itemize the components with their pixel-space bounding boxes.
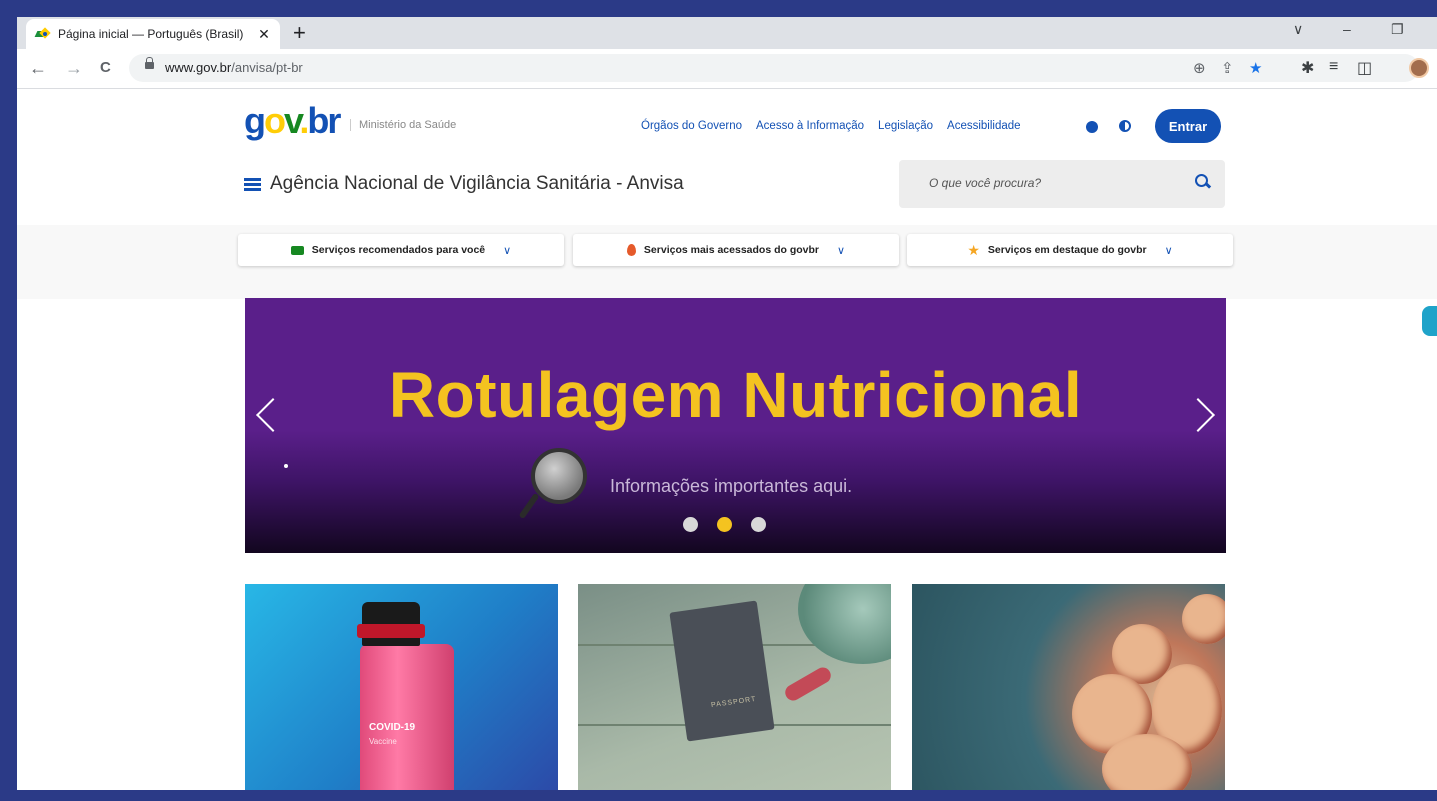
flame-icon xyxy=(626,244,636,256)
carousel-dot-3[interactable] xyxy=(751,517,766,532)
address-bar[interactable]: www.gov.br/anvisa/pt-br ⊕ ⇪ ★ xyxy=(129,54,1419,82)
zoom-icon[interactable]: ⊕ xyxy=(1193,59,1206,77)
passport-image xyxy=(669,600,775,742)
star-icon: ★ xyxy=(967,241,980,258)
link-legislacao[interactable]: Legislação xyxy=(878,120,933,132)
restore-button[interactable]: ❐ xyxy=(1391,21,1404,38)
reading-list-icon[interactable]: ≡ xyxy=(1329,58,1338,76)
services-most-accessed-dropdown[interactable]: Serviços mais acessados do govbr ∨ xyxy=(573,234,899,266)
toy-plane-image xyxy=(782,664,834,704)
hat-image xyxy=(798,584,891,664)
link-orgaos-governo[interactable]: Órgãos do Governo xyxy=(641,120,742,132)
magnifier-illustration xyxy=(531,448,587,504)
cookie-icon[interactable] xyxy=(1086,121,1098,133)
thumbs-up-icon xyxy=(290,245,304,255)
browser-toolbar: ← → C www.gov.br/anvisa/pt-br ⊕ ⇪ ★ ✱ ≡ … xyxy=(17,49,1437,89)
menu-hamburger-icon[interactable] xyxy=(244,178,261,191)
reload-button[interactable]: C xyxy=(100,58,111,78)
services-featured-dropdown[interactable]: ★ Serviços em destaque do govbr ∨ xyxy=(907,234,1233,266)
services-recommended-dropdown[interactable]: Serviços recomendados para você ∨ xyxy=(238,234,564,266)
services-bar: Serviços recomendados para você ∨ Serviç… xyxy=(17,225,1437,299)
link-acesso-informacao[interactable]: Acesso à Informação xyxy=(756,120,864,132)
hero-subtitle: Informações importantes aqui. xyxy=(610,476,853,496)
minimize-button[interactable]: – xyxy=(1343,21,1351,37)
url-text[interactable]: www.gov.br/anvisa/pt-br xyxy=(165,60,303,75)
virus-particle xyxy=(1182,594,1225,644)
search-input[interactable]: O que você procura? xyxy=(899,160,1225,208)
contrast-icon[interactable] xyxy=(1119,120,1131,132)
search-icon[interactable] xyxy=(1195,174,1212,189)
vial-sublabel: Vaccine xyxy=(369,737,397,746)
vial-seal xyxy=(357,624,425,638)
accessibility-widget[interactable] xyxy=(1422,306,1437,336)
lock-icon[interactable] xyxy=(145,57,154,69)
carousel-dot-2[interactable] xyxy=(717,517,732,532)
news-card-passport[interactable]: PASSPORT xyxy=(578,584,891,790)
vaccine-vial-image xyxy=(360,644,454,790)
page-content: gov.br Ministério da Saúde Órgãos do Gov… xyxy=(17,89,1437,790)
tab-search-icon[interactable]: ∨ xyxy=(1293,21,1303,38)
search-placeholder: O que você procura? xyxy=(929,176,1042,190)
top-links: Órgãos do Governo Acesso à Informação Le… xyxy=(641,120,1021,132)
site-title[interactable]: Agência Nacional de Vigilância Sanitária… xyxy=(270,173,684,195)
bookmark-star-icon[interactable]: ★ xyxy=(1249,59,1262,77)
news-card-vaccine[interactable]: COVID-19 Vaccine xyxy=(245,584,558,790)
govbr-favicon-icon xyxy=(34,27,51,41)
tab-title: Página inicial — Português (Brasil) xyxy=(58,27,244,41)
decorative-dot xyxy=(284,464,288,468)
chevron-down-icon: ∨ xyxy=(837,244,846,257)
vial-label: COVID-19 xyxy=(369,722,416,733)
new-tab-button[interactable]: + xyxy=(293,20,306,46)
extensions-icon[interactable]: ✱ xyxy=(1301,58,1314,78)
profile-avatar[interactable] xyxy=(1409,58,1429,78)
browser-window: Página inicial — Português (Brasil) ✕ + … xyxy=(17,17,1437,790)
carousel-dot-1[interactable] xyxy=(683,517,698,532)
side-panel-icon[interactable]: ◫ xyxy=(1357,58,1372,78)
back-button[interactable]: ← xyxy=(29,58,47,78)
chevron-down-icon: ∨ xyxy=(503,244,512,257)
govbr-logo[interactable]: gov.br xyxy=(244,101,341,141)
share-icon[interactable]: ⇪ xyxy=(1221,59,1234,77)
hero-title: Rotulagem Nutricional xyxy=(388,359,1083,431)
login-button[interactable]: Entrar xyxy=(1155,109,1221,143)
tab-close-icon[interactable]: ✕ xyxy=(256,26,272,43)
forward-button[interactable]: → xyxy=(65,58,83,78)
browser-tab[interactable]: Página inicial — Português (Brasil) ✕ xyxy=(26,19,280,49)
carousel-indicators xyxy=(683,517,766,532)
tab-strip: Página inicial — Português (Brasil) ✕ + … xyxy=(17,17,1437,49)
magnifier-handle xyxy=(518,492,540,520)
news-card-virus[interactable] xyxy=(912,584,1225,790)
hero-carousel[interactable]: Rotulagem Nutricional Informações import… xyxy=(245,298,1226,553)
chevron-down-icon: ∨ xyxy=(1164,244,1173,257)
link-acessibilidade[interactable]: Acessibilidade xyxy=(947,120,1021,132)
ministry-label: Ministério da Saúde xyxy=(350,119,456,131)
